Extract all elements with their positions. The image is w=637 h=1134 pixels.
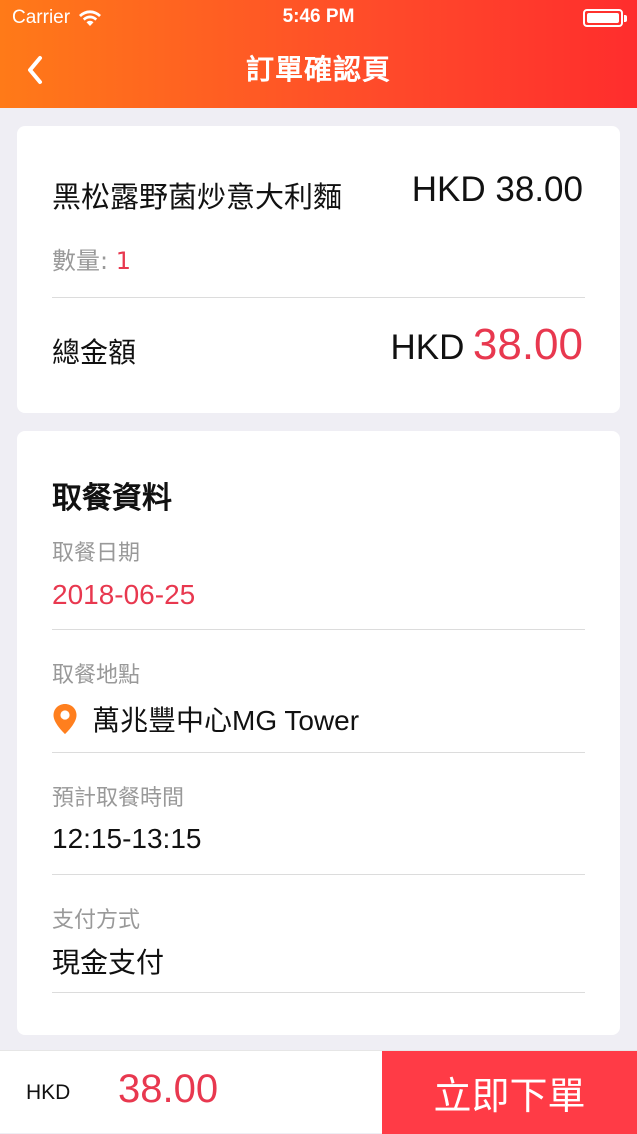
pickup-time-value: 12:15-13:15 [52,823,202,854]
battery-icon [583,9,627,27]
quantity-value: 1 [115,247,132,275]
total-amount: HKD 38.00 [391,320,583,370]
quantity-row: 數量: 1 [52,241,131,276]
pickup-info-card: 取餐資料 取餐日期 2018-06-25 取餐地點 萬兆豐中心MG Tower … [17,431,620,1035]
divider [52,752,585,753]
section-title: 取餐資料 [52,481,172,516]
pickup-time-label: 預計取餐時間 [52,786,185,811]
status-bar: Carrier 5:46 PM [0,0,637,36]
app-header: Carrier 5:46 PM 訂單確認頁 [0,0,637,108]
divider [52,629,585,630]
total-value: 38.00 [472,320,583,369]
payment-method-value: 現金支付 [52,947,165,978]
item-price: HKD 38.00 [411,170,583,209]
pickup-date-label: 取餐日期 [52,541,141,566]
pickup-location-value: 萬兆豐中心MG Tower [92,705,360,736]
payment-method-label: 支付方式 [52,908,141,933]
bottom-bar: HKD 38.00 立即下單 [0,1050,637,1134]
pickup-location-row: 萬兆豐中心MG Tower [52,699,359,739]
status-time: 5:46 PM [282,6,355,27]
divider [52,874,585,875]
footer-currency: HKD [26,1081,71,1104]
divider [52,297,585,298]
total-currency: HKD [390,328,465,367]
pickup-date-value: 2018-06-25 [52,579,196,610]
footer-amount: 38.00 [118,1067,219,1111]
order-summary-card: 黑松露野菌炒意大利麵 HKD 38.00 數量: 1 總金額 HKD 38.00 [17,126,620,413]
divider [52,992,585,993]
quantity-label: 數量: [52,247,109,275]
location-pin-icon [53,704,77,734]
pickup-location-label: 取餐地點 [52,663,141,688]
item-name: 黑松露野菌炒意大利麵 [52,180,343,214]
page-title: 訂單確認頁 [245,53,391,86]
place-order-button[interactable]: 立即下單 [382,1051,637,1134]
total-label: 總金額 [52,336,137,369]
